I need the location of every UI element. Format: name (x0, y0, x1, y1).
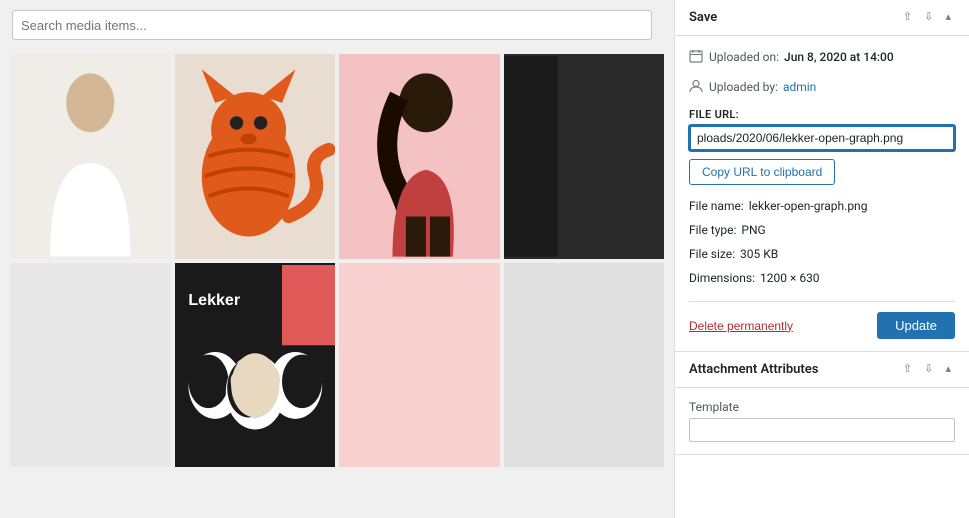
attachment-attributes-panel: Attachment Attributes ⇧ ⇩ ▴ Template (675, 352, 969, 455)
file-size-row: File size: 305 KB (689, 245, 955, 263)
uploaded-by-row: Uploaded by: admin (689, 78, 955, 98)
file-name-row: File name: lekker-open-graph.png (689, 197, 955, 215)
file-type-row: File type: PNG (689, 221, 955, 239)
save-panel-controls: ⇧ ⇩ ▴ (899, 10, 955, 25)
svg-text:Lekker: Lekker (188, 291, 240, 309)
media-grid: Lekker (10, 54, 664, 467)
search-input[interactable] (12, 10, 652, 40)
media-area: Lekker (0, 0, 674, 518)
attachment-panel-controls: ⇧ ⇩ ▴ (899, 362, 955, 377)
media-thumb-7[interactable] (339, 263, 500, 468)
search-bar-area (0, 0, 674, 50)
att-panel-down-btn[interactable]: ⇩ (920, 362, 937, 377)
attachment-panel-header: Attachment Attributes ⇧ ⇩ ▴ (675, 352, 969, 388)
save-panel-title: Save (689, 10, 717, 25)
file-url-section: File URL: (689, 108, 955, 151)
uploaded-on-row: Uploaded on: Jun 8, 2020 at 14:00 (689, 48, 955, 68)
actions-row: Delete permanently Update (689, 301, 955, 339)
dimensions-row: Dimensions: 1200 × 630 (689, 269, 955, 287)
media-thumb-2[interactable] (175, 54, 336, 259)
att-panel-collapse-btn[interactable]: ▴ (941, 362, 955, 377)
media-thumb-1[interactable] (10, 54, 171, 259)
save-panel-down-btn[interactable]: ⇩ (920, 10, 937, 25)
calendar-icon (689, 49, 703, 68)
att-panel-up-btn[interactable]: ⇧ (899, 362, 916, 377)
person-icon (689, 79, 703, 98)
save-panel-up-btn[interactable]: ⇧ (899, 10, 916, 25)
uploaded-by-text: Uploaded by: admin (709, 78, 816, 96)
media-thumb-6[interactable]: Lekker (175, 263, 336, 468)
copy-url-button[interactable]: Copy URL to clipboard (689, 159, 835, 185)
media-thumb-3[interactable] (339, 54, 500, 259)
save-panel-body: Uploaded on: Jun 8, 2020 at 14:00 Upload… (675, 36, 969, 351)
update-button[interactable]: Update (877, 312, 955, 339)
template-label: Template (689, 400, 955, 414)
save-panel-collapse-btn[interactable]: ▴ (941, 10, 955, 25)
save-panel: Save ⇧ ⇩ ▴ Uploaded on: (675, 0, 969, 352)
file-url-label: File URL: (689, 108, 955, 121)
uploaded-on-text: Uploaded on: Jun 8, 2020 at 14:00 (709, 48, 894, 66)
media-thumb-4[interactable] (504, 54, 665, 259)
save-panel-header: Save ⇧ ⇩ ▴ (675, 0, 969, 36)
media-thumb-5[interactable] (10, 263, 171, 468)
attachment-panel-title: Attachment Attributes (689, 362, 818, 377)
file-url-input[interactable] (689, 125, 955, 151)
right-sidebar: Save ⇧ ⇩ ▴ Uploaded on: (674, 0, 969, 518)
delete-permanently-button[interactable]: Delete permanently (689, 319, 793, 333)
attachment-panel-body: Template (675, 388, 969, 454)
media-thumb-8[interactable] (504, 263, 665, 468)
uploaded-by-link[interactable]: admin (783, 80, 816, 94)
template-input[interactable] (689, 418, 955, 442)
